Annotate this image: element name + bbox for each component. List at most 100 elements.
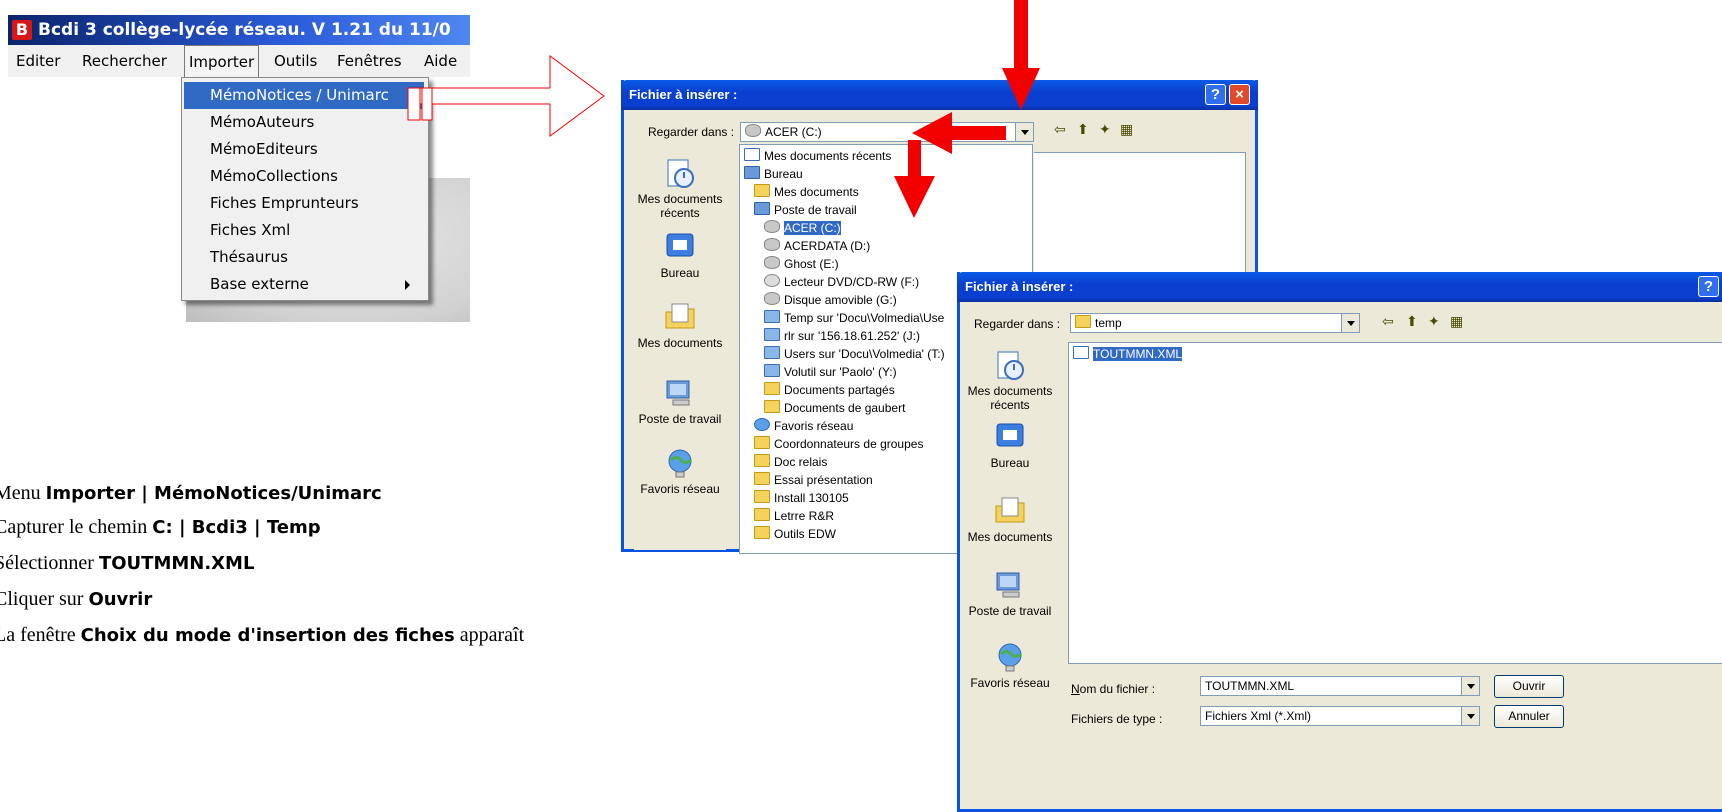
- drive-icon: [764, 292, 780, 305]
- tree-item[interactable]: ACER (C:): [764, 219, 841, 237]
- menu-item-base-externe[interactable]: Base externe: [184, 271, 424, 298]
- network-places-icon: [668, 449, 692, 478]
- menu-item-fiches-xml[interactable]: Fiches Xml: [184, 217, 424, 244]
- fav-icon: [754, 418, 770, 431]
- folder-icon: [764, 382, 780, 395]
- new-folder-icon[interactable]: ✦: [1428, 314, 1440, 330]
- tree-item[interactable]: rlr sur '156.18.61.252' (J:): [764, 327, 920, 345]
- tree-item[interactable]: Outils EDW: [754, 525, 836, 543]
- look-in-value: ACER (C:): [765, 125, 822, 139]
- tree-item[interactable]: Documents partagés: [764, 381, 895, 399]
- tree-item[interactable]: Bureau: [744, 165, 803, 183]
- view-menu-icon[interactable]: ▦: [1120, 122, 1133, 138]
- place-poste-de-travail[interactable]: Poste de travail: [964, 568, 1056, 618]
- place-mes-documents[interactable]: Mes documents: [964, 494, 1056, 544]
- help-button[interactable]: ?: [1698, 276, 1719, 297]
- place-favoris-reseau[interactable]: Favoris réseau: [964, 640, 1056, 690]
- menu-fenetres[interactable]: Fenêtres: [333, 45, 406, 77]
- view-menu-icon[interactable]: ▦: [1450, 314, 1463, 330]
- tree-item-label: Lecteur DVD/CD-RW (F:): [784, 275, 920, 289]
- filetype-label: Fichiers de type :: [1071, 712, 1163, 726]
- places-bar: Mes documents récents Bureau Mes documen…: [634, 150, 726, 550]
- tree-item[interactable]: Users sur 'Docu\Volmedia' (T:): [764, 345, 945, 363]
- tree-item[interactable]: Letrre R&R: [754, 507, 834, 525]
- place-poste-de-travail[interactable]: Poste de travail: [634, 376, 726, 426]
- menu-outils[interactable]: Outils: [270, 45, 321, 77]
- desktop-icon: [666, 233, 694, 257]
- menu-rechercher[interactable]: Rechercher: [78, 45, 171, 77]
- combo-dropdown-button[interactable]: [1461, 677, 1479, 695]
- network-places-icon: [998, 643, 1022, 672]
- my-computer-icon: [666, 380, 690, 406]
- tree-item[interactable]: Poste de travail: [754, 201, 857, 219]
- tree-item[interactable]: Mes documents: [754, 183, 859, 201]
- tree-item[interactable]: Coordonnateurs de groupes: [754, 435, 923, 453]
- tree-item[interactable]: Favoris réseau: [754, 417, 853, 435]
- open-button[interactable]: Ouvrir: [1494, 675, 1564, 698]
- menu-item-thesaurus[interactable]: Thésaurus: [184, 244, 424, 271]
- tree-item[interactable]: ACERDATA (D:): [764, 237, 870, 255]
- place-mes-documents[interactable]: Mes documents: [634, 300, 726, 350]
- menu-item-fiches-emprunteurs[interactable]: Fiches Emprunteurs: [184, 190, 424, 217]
- places-bar: Mes documents récents Bureau Mes documen…: [964, 342, 1056, 742]
- place-bureau[interactable]: Bureau: [964, 420, 1056, 470]
- place-recent[interactable]: Mes documents récents: [634, 156, 726, 220]
- menu-editer[interactable]: Editer: [12, 45, 64, 77]
- look-in-label: Regarder dans :: [648, 125, 735, 139]
- doc-icon: [744, 148, 760, 161]
- menu-importer[interactable]: Importer: [184, 45, 260, 77]
- tree-item-label: Poste de travail: [774, 203, 857, 217]
- file-name: TOUTMMN.XML: [1093, 347, 1183, 361]
- place-recent[interactable]: Mes documents récents: [964, 348, 1056, 412]
- red-arrows: [894, 0, 1040, 218]
- cancel-button[interactable]: Annuler: [1494, 705, 1564, 728]
- tree-item-label: Users sur 'Docu\Volmedia' (T:): [784, 347, 945, 361]
- tree-item[interactable]: Ghost (E:): [764, 255, 839, 273]
- menu-item-memocollections[interactable]: MémoCollections: [184, 163, 424, 190]
- folder-icon: [754, 490, 770, 503]
- menu-item-memoauteurs[interactable]: MémoAuteurs: [184, 109, 424, 136]
- tree-item[interactable]: Lecteur DVD/CD-RW (F:): [764, 273, 919, 291]
- tree-item[interactable]: Disque amovible (G:): [764, 291, 897, 309]
- filename-input[interactable]: TOUTMMN.XML: [1200, 676, 1480, 696]
- recent-docs-icon: [997, 351, 1024, 380]
- tree-item[interactable]: Temp sur 'Docu\Volmedia\Use: [764, 309, 944, 327]
- new-folder-icon[interactable]: ✦: [1099, 122, 1111, 138]
- tree-item[interactable]: Documents de gaubert: [764, 399, 905, 417]
- tree-item[interactable]: Doc relais: [754, 453, 827, 471]
- menu-item-memoediteurs[interactable]: MémoEditeurs: [184, 136, 424, 163]
- place-bureau[interactable]: Bureau: [634, 230, 726, 280]
- combo-dropdown-button[interactable]: [1461, 707, 1479, 725]
- tree-item[interactable]: Volutil sur 'Paolo' (Y:): [764, 363, 897, 381]
- combo-dropdown-button[interactable]: [1341, 314, 1359, 332]
- back-icon[interactable]: ⇦: [1382, 314, 1394, 330]
- tree-item-label: Outils EDW: [774, 527, 837, 541]
- look-in-combo[interactable]: temp: [1070, 313, 1360, 333]
- instruction-line-4: Cliquer sur Ouvrir: [0, 588, 153, 610]
- menu-item-memonotices[interactable]: MémoNotices / Unimarc: [184, 82, 424, 109]
- file-item-toutmmn[interactable]: TOUTMMN.XML: [1073, 345, 1183, 363]
- tree-item[interactable]: Mes documents récents: [744, 147, 891, 165]
- tree-item[interactable]: Install 130105: [754, 489, 849, 507]
- up-folder-icon[interactable]: ⬆: [1077, 122, 1089, 138]
- up-folder-icon[interactable]: ⬆: [1406, 314, 1418, 330]
- tree-item-label: Temp sur 'Docu\Volmedia\Use: [784, 311, 945, 325]
- net-icon: [764, 364, 780, 377]
- place-favoris-reseau[interactable]: Favoris réseau: [634, 446, 726, 496]
- file-dialog-2: Fichier à insérer : ? Regarder dans : te…: [957, 272, 1722, 812]
- help-button[interactable]: ?: [1205, 84, 1226, 105]
- close-button[interactable]: ×: [1229, 84, 1250, 105]
- tree-item-label: rlr sur '156.18.61.252' (J:): [784, 329, 920, 343]
- left-arrow-shaft: [950, 126, 1006, 140]
- tree-item-label: Install 130105: [774, 491, 849, 505]
- tree-item-label: Mes documents récents: [764, 149, 892, 163]
- instruction-line-2: Capturer le chemin C: | Bcdi3 | Temp: [0, 516, 321, 538]
- filetype-select[interactable]: Fichiers Xml (*.Xml): [1200, 706, 1480, 726]
- instruction-line-1: Menu Importer | MémoNotices/Unimarc: [0, 482, 382, 504]
- back-icon[interactable]: ⇦: [1054, 122, 1066, 138]
- app-title: Bcdi 3 collège-lycée réseau. V 1.21 du 1…: [38, 20, 451, 40]
- tree-item[interactable]: Essai présentation: [754, 471, 873, 489]
- tree-item-label: Mes documents: [774, 185, 859, 199]
- file-list-pane[interactable]: TOUTMMN.XML: [1068, 342, 1722, 664]
- folder-icon: [754, 454, 770, 467]
